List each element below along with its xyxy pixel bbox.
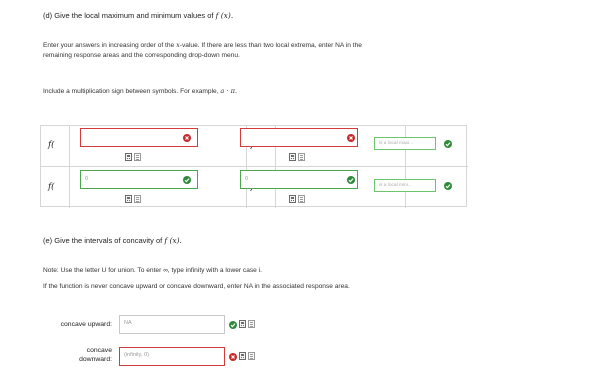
calculator-icon[interactable] [289,153,296,161]
hint-text: Include a multiplication sign between sy… [43,88,219,95]
row2-dropdown-check-icon [444,182,452,190]
row2-x-check-icon [183,176,191,184]
row2-f-label: f( [48,182,55,192]
concave-downward-error-icon [229,353,237,361]
row1-x-tools [125,153,143,162]
row2-f-tools [289,195,307,204]
part-d-instructions: Enter your answers in increasing order o… [43,41,483,60]
part-d-heading-text: (d) Give the local maximum and minimum v… [43,11,214,20]
part-e-heading-text: (e) Give the intervals of concavity of [43,236,163,245]
instructions-text-b: -value. If there are less than two local… [179,42,362,49]
row2-fx-cell [41,167,70,208]
instructions-text-a: Enter your answers in increasing order o… [43,42,175,49]
row2-extremum-dropdown[interactable]: is a local mini... [374,179,436,192]
calculator-icon[interactable] [289,195,296,203]
row1-x-error-icon [183,134,191,142]
concave-upward-check-icon [229,321,237,329]
row1-f-input[interactable] [240,128,358,147]
concave-upward-input[interactable]: NA [119,315,225,334]
help-document-icon[interactable] [134,195,141,203]
help-document-icon[interactable] [134,153,141,161]
row1-extremum-dropdown[interactable]: is a local maxi... [374,137,436,150]
concave-downward-tools [239,352,257,361]
part-e-note-line2: If the function is never concave upward … [43,283,350,290]
row1-f-tools [289,153,307,162]
concave-upward-label: concave upward: [60,321,112,328]
part-d-hint: Include a multiplication sign between sy… [43,87,237,97]
part-e-note-line1: Note: Use the letter U for union. To ent… [43,267,262,274]
hint-math: a · π. [220,87,238,95]
instructions-text-line2: remaining response areas and the corresp… [43,51,240,59]
part-e-heading: (e) Give the intervals of concavity of f… [43,236,182,245]
help-document-icon[interactable] [248,352,255,360]
row2-x-tools [125,195,143,204]
part-d-heading-math: f (x). [215,11,234,20]
help-document-icon[interactable] [298,153,305,161]
row2-f-check-icon [347,176,355,184]
row1-fx-cell [41,126,70,167]
concave-downward-input[interactable]: (infinity, 0) [119,347,225,366]
row1-dropdown-check-icon [444,140,452,148]
row2-x-input[interactable]: 0 [80,170,198,189]
concave-downward-label: concave downward: [40,346,112,364]
concave-downward-label-line1: concave [86,347,112,354]
concave-upward-tools [239,320,257,329]
part-d-heading: (d) Give the local maximum and minimum v… [43,11,233,20]
help-document-icon[interactable] [248,320,255,328]
row1-x-input[interactable] [80,128,198,147]
part-e-heading-math: f (x). [164,236,182,245]
calculator-icon[interactable] [125,153,132,161]
row1-f-error-icon [347,134,355,142]
help-document-icon[interactable] [298,195,305,203]
calculator-icon[interactable] [239,320,246,328]
calculator-icon[interactable] [125,195,132,203]
row1-f-label: f( [48,140,55,150]
row2-f-input[interactable]: 0 [240,170,358,189]
concave-downward-label-line2: downward: [79,356,112,363]
calculator-icon[interactable] [239,352,246,360]
